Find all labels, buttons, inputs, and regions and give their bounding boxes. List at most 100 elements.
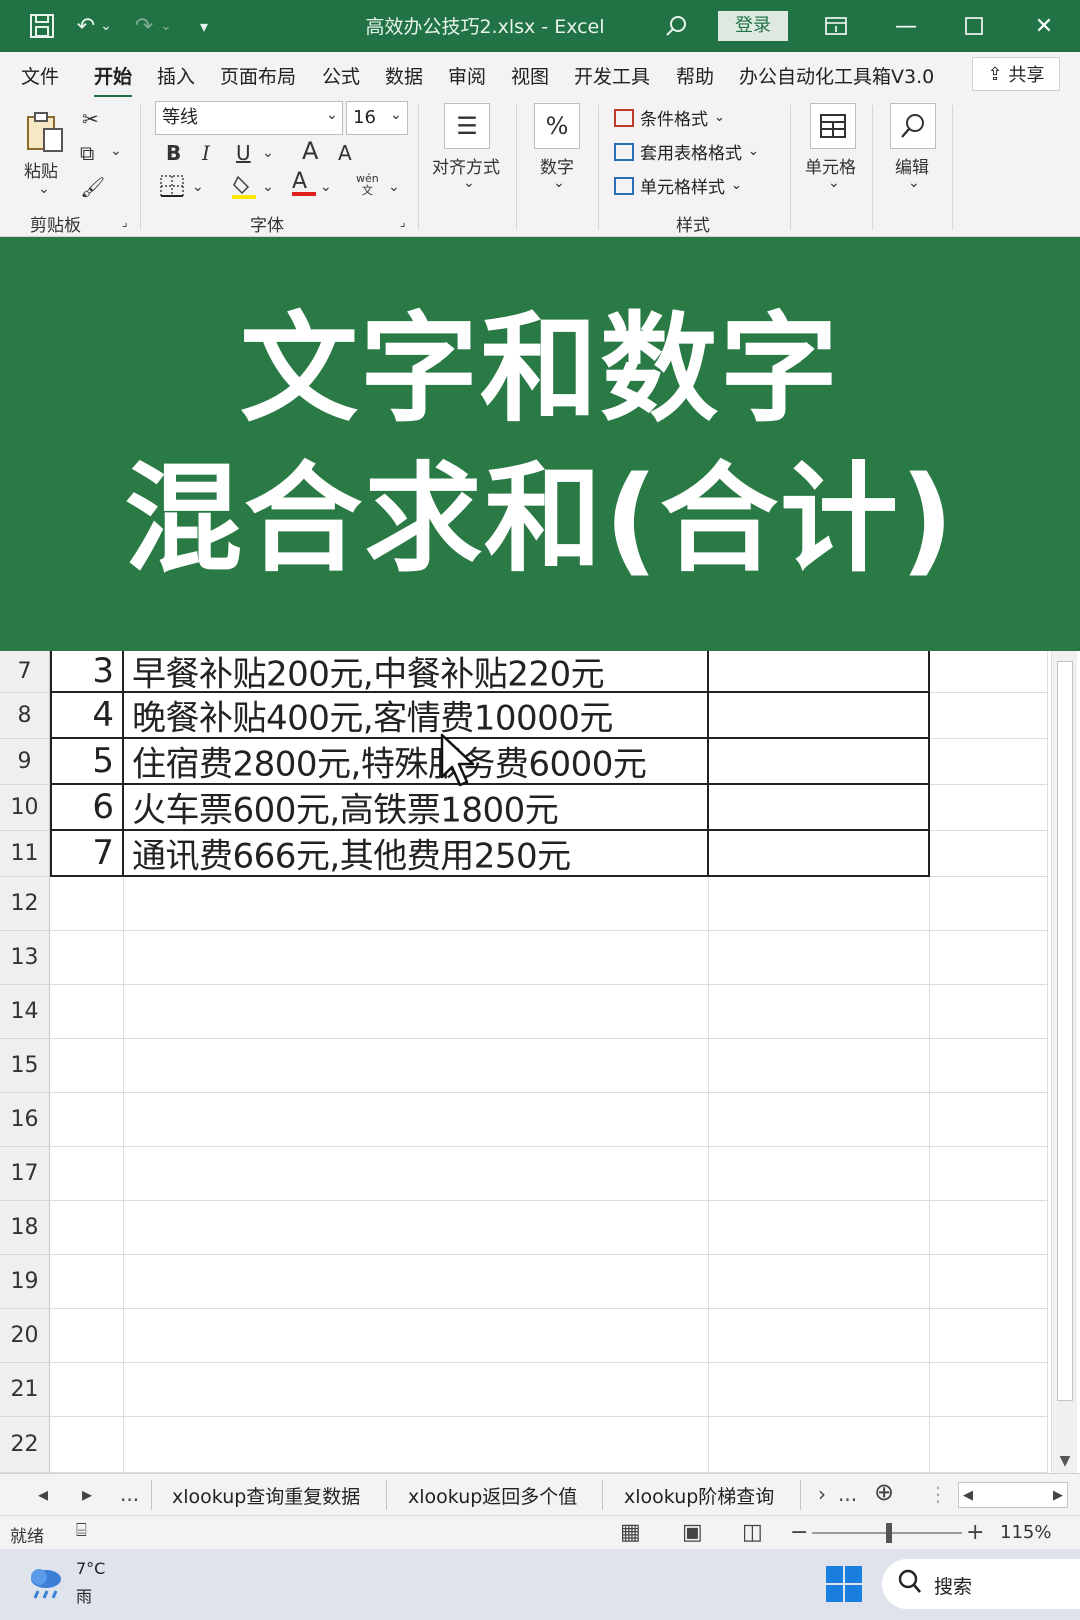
tab-office-toolbox[interactable]: 办公自动化工具箱V3.0 <box>739 62 934 89</box>
cell[interactable] <box>50 1201 124 1255</box>
row-header[interactable]: 14 <box>0 985 50 1039</box>
phonetic-guide-icon[interactable]: wén 文 <box>356 173 379 197</box>
format-as-table-button[interactable]: 套用表格格式 ⌄ <box>614 139 759 164</box>
cell[interactable] <box>709 1039 930 1093</box>
scroll-right-icon[interactable]: ▶ <box>1053 1488 1063 1503</box>
undo-dropdown-icon[interactable]: ⌄ <box>96 10 116 42</box>
paste-icon[interactable] <box>22 109 68 155</box>
row-header[interactable]: 8 <box>0 693 50 739</box>
row-header[interactable]: 18 <box>0 1201 50 1255</box>
cut-icon[interactable]: ✂ <box>82 107 99 131</box>
cell[interactable]: 6 <box>50 785 124 831</box>
sheet-tab[interactable]: xlookup返回多个值 <box>408 1482 577 1509</box>
cell[interactable] <box>50 985 124 1039</box>
cells-dropdown-icon[interactable]: ⌄ <box>828 175 840 191</box>
fill-color-dropdown-icon[interactable]: ⌄ <box>262 179 274 195</box>
paste-label[interactable]: 粘贴 <box>24 157 58 182</box>
cell[interactable] <box>50 1309 124 1363</box>
cell[interactable] <box>930 985 1048 1039</box>
find-icon[interactable] <box>890 103 936 149</box>
row-header[interactable]: 7 <box>0 651 50 693</box>
cell[interactable] <box>50 1147 124 1201</box>
sheet-more-left[interactable]: ... <box>120 1482 139 1506</box>
tab-formulas[interactable]: 公式 <box>322 62 360 89</box>
cell[interactable] <box>709 985 930 1039</box>
cell[interactable] <box>709 1363 930 1417</box>
cell[interactable]: 7 <box>50 831 124 877</box>
row-header[interactable]: 17 <box>0 1147 50 1201</box>
cell[interactable] <box>709 1093 930 1147</box>
sheet-tab[interactable]: xlookup查询重复数据 <box>172 1482 360 1509</box>
cell[interactable] <box>709 693 930 739</box>
cell[interactable] <box>124 877 709 931</box>
fill-color-icon[interactable] <box>232 173 256 204</box>
cell[interactable] <box>709 1255 930 1309</box>
zoom-out-button[interactable]: − <box>790 1520 808 1545</box>
cell[interactable] <box>709 931 930 985</box>
share-button[interactable]: ⇪ 共享 <box>972 57 1060 91</box>
cell[interactable] <box>709 739 930 785</box>
font-color-button[interactable]: A <box>292 169 316 196</box>
cell[interactable] <box>709 1417 930 1473</box>
cell[interactable] <box>930 1363 1048 1417</box>
close-icon[interactable]: ✕ <box>1024 8 1064 44</box>
cell[interactable] <box>930 785 1048 831</box>
cell[interactable]: 5 <box>50 739 124 785</box>
sheet-tab[interactable]: xlookup阶梯查询 <box>624 1482 774 1509</box>
borders-dropdown-icon[interactable]: ⌄ <box>192 179 204 195</box>
page-layout-view-icon[interactable]: ▣ <box>682 1520 703 1545</box>
cell[interactable]: 通讯费666元,其他费用250元 <box>124 831 709 877</box>
cell[interactable] <box>709 1147 930 1201</box>
decrease-font-button[interactable]: A <box>338 141 352 165</box>
scrollbar-thumb[interactable] <box>1057 661 1073 1401</box>
underline-button[interactable]: U <box>236 141 251 165</box>
cell[interactable] <box>50 1093 124 1147</box>
cell[interactable] <box>930 931 1048 985</box>
bold-button[interactable]: B <box>166 141 181 165</box>
row-header[interactable]: 12 <box>0 877 50 931</box>
cell[interactable] <box>124 1093 709 1147</box>
cell[interactable] <box>124 931 709 985</box>
tab-page-layout[interactable]: 页面布局 <box>220 62 296 89</box>
cell[interactable] <box>709 877 930 931</box>
underline-dropdown-icon[interactable]: ⌄ <box>262 145 274 161</box>
zoom-in-button[interactable]: + <box>966 1520 984 1545</box>
next-sheet-icon[interactable]: ▸ <box>82 1482 92 1506</box>
cell[interactable] <box>50 931 124 985</box>
cell[interactable]: 晚餐补贴400元,客情费10000元 <box>124 693 709 739</box>
zoom-slider-thumb[interactable] <box>886 1523 892 1543</box>
maximize-icon[interactable] <box>954 8 994 44</box>
tab-data[interactable]: 数据 <box>385 62 423 89</box>
cell[interactable] <box>124 1255 709 1309</box>
number-dropdown-icon[interactable]: ⌄ <box>553 175 565 191</box>
cell[interactable] <box>709 785 930 831</box>
windows-start-icon[interactable] <box>826 1566 862 1602</box>
cell[interactable] <box>930 693 1048 739</box>
cell[interactable] <box>50 1255 124 1309</box>
borders-icon[interactable] <box>160 175 184 202</box>
alignment-icon[interactable]: ☰ <box>444 103 490 149</box>
tab-file[interactable]: 文件 <box>21 62 59 89</box>
row-header[interactable]: 10 <box>0 785 50 831</box>
tab-help[interactable]: 帮助 <box>676 62 714 89</box>
font-launcher-icon[interactable]: ⌟ <box>400 215 406 229</box>
cell[interactable]: 住宿费2800元,特殊服务费6000元 <box>124 739 709 785</box>
sheet-more-right[interactable]: ... <box>838 1482 857 1506</box>
row-header[interactable]: 19 <box>0 1255 50 1309</box>
ribbon-display-options-icon[interactable] <box>816 8 856 44</box>
font-name-select[interactable]: 等线 <box>155 101 343 135</box>
cell[interactable] <box>930 1309 1048 1363</box>
cell[interactable] <box>709 1309 930 1363</box>
phonetic-dropdown-icon[interactable]: ⌄ <box>388 179 400 195</box>
cell[interactable] <box>930 1147 1048 1201</box>
cell[interactable] <box>124 985 709 1039</box>
row-header[interactable]: 15 <box>0 1039 50 1093</box>
alignment-dropdown-icon[interactable]: ⌄ <box>463 175 475 191</box>
scroll-left-icon[interactable]: ◀ <box>963 1488 973 1503</box>
tab-review[interactable]: 审阅 <box>448 62 486 89</box>
copy-dropdown-icon[interactable]: ⌄ <box>110 143 122 159</box>
horizontal-scrollbar[interactable]: ◀ ▶ <box>958 1482 1068 1508</box>
scroll-down-icon[interactable]: ▼ <box>1052 1453 1078 1473</box>
cell[interactable] <box>930 739 1048 785</box>
redo-dropdown-icon[interactable]: ⌄ <box>156 10 176 42</box>
